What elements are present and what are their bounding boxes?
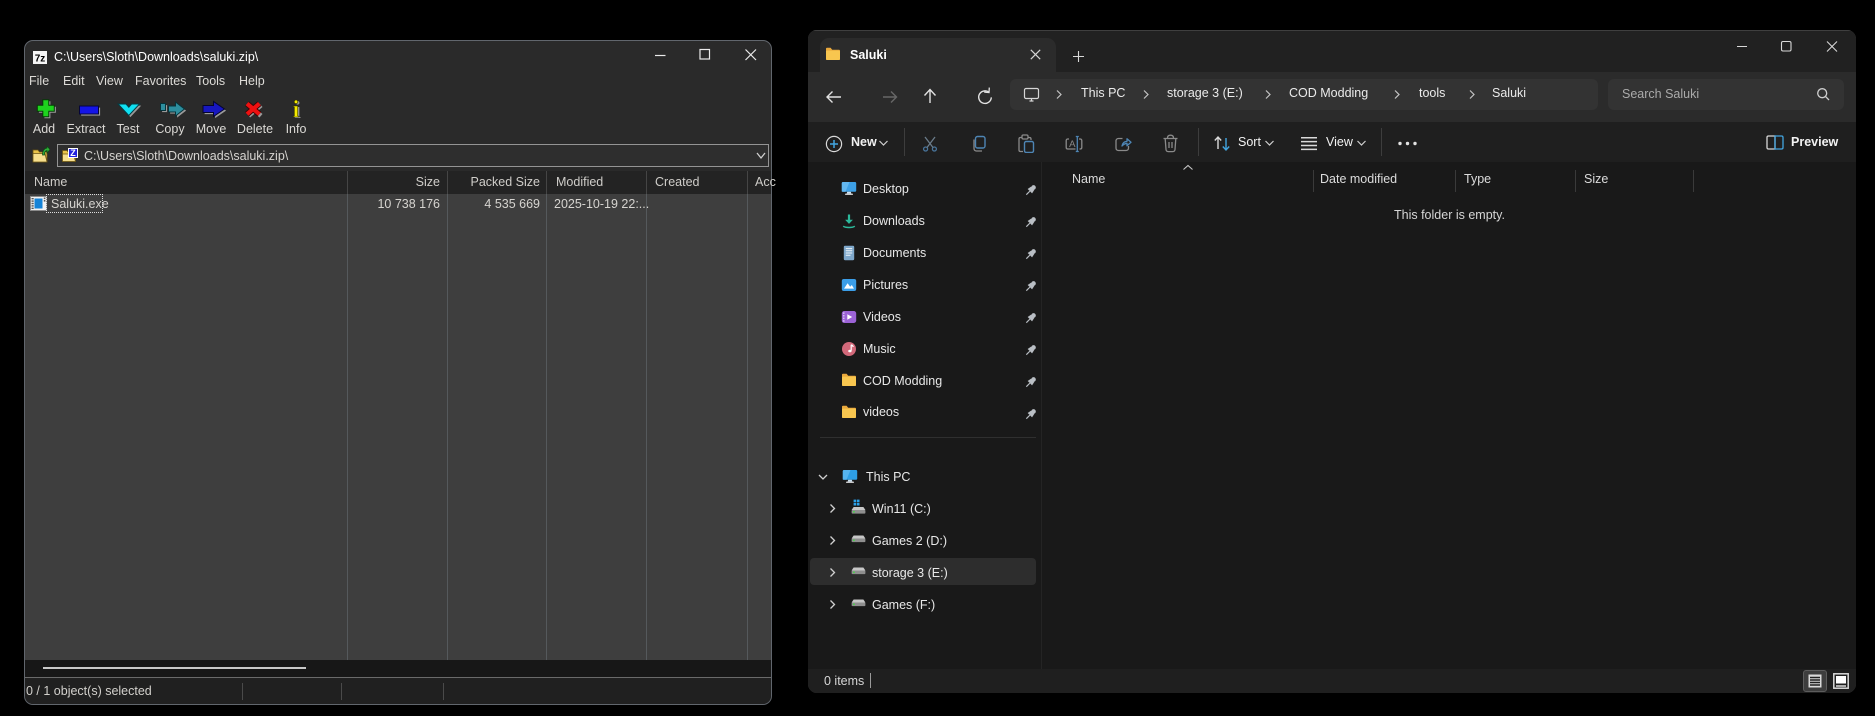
svg-text:Z: Z	[70, 148, 76, 158]
svg-text:A: A	[1069, 139, 1076, 150]
svg-text:i: i	[293, 97, 300, 123]
svg-text:7z: 7z	[35, 54, 46, 65]
